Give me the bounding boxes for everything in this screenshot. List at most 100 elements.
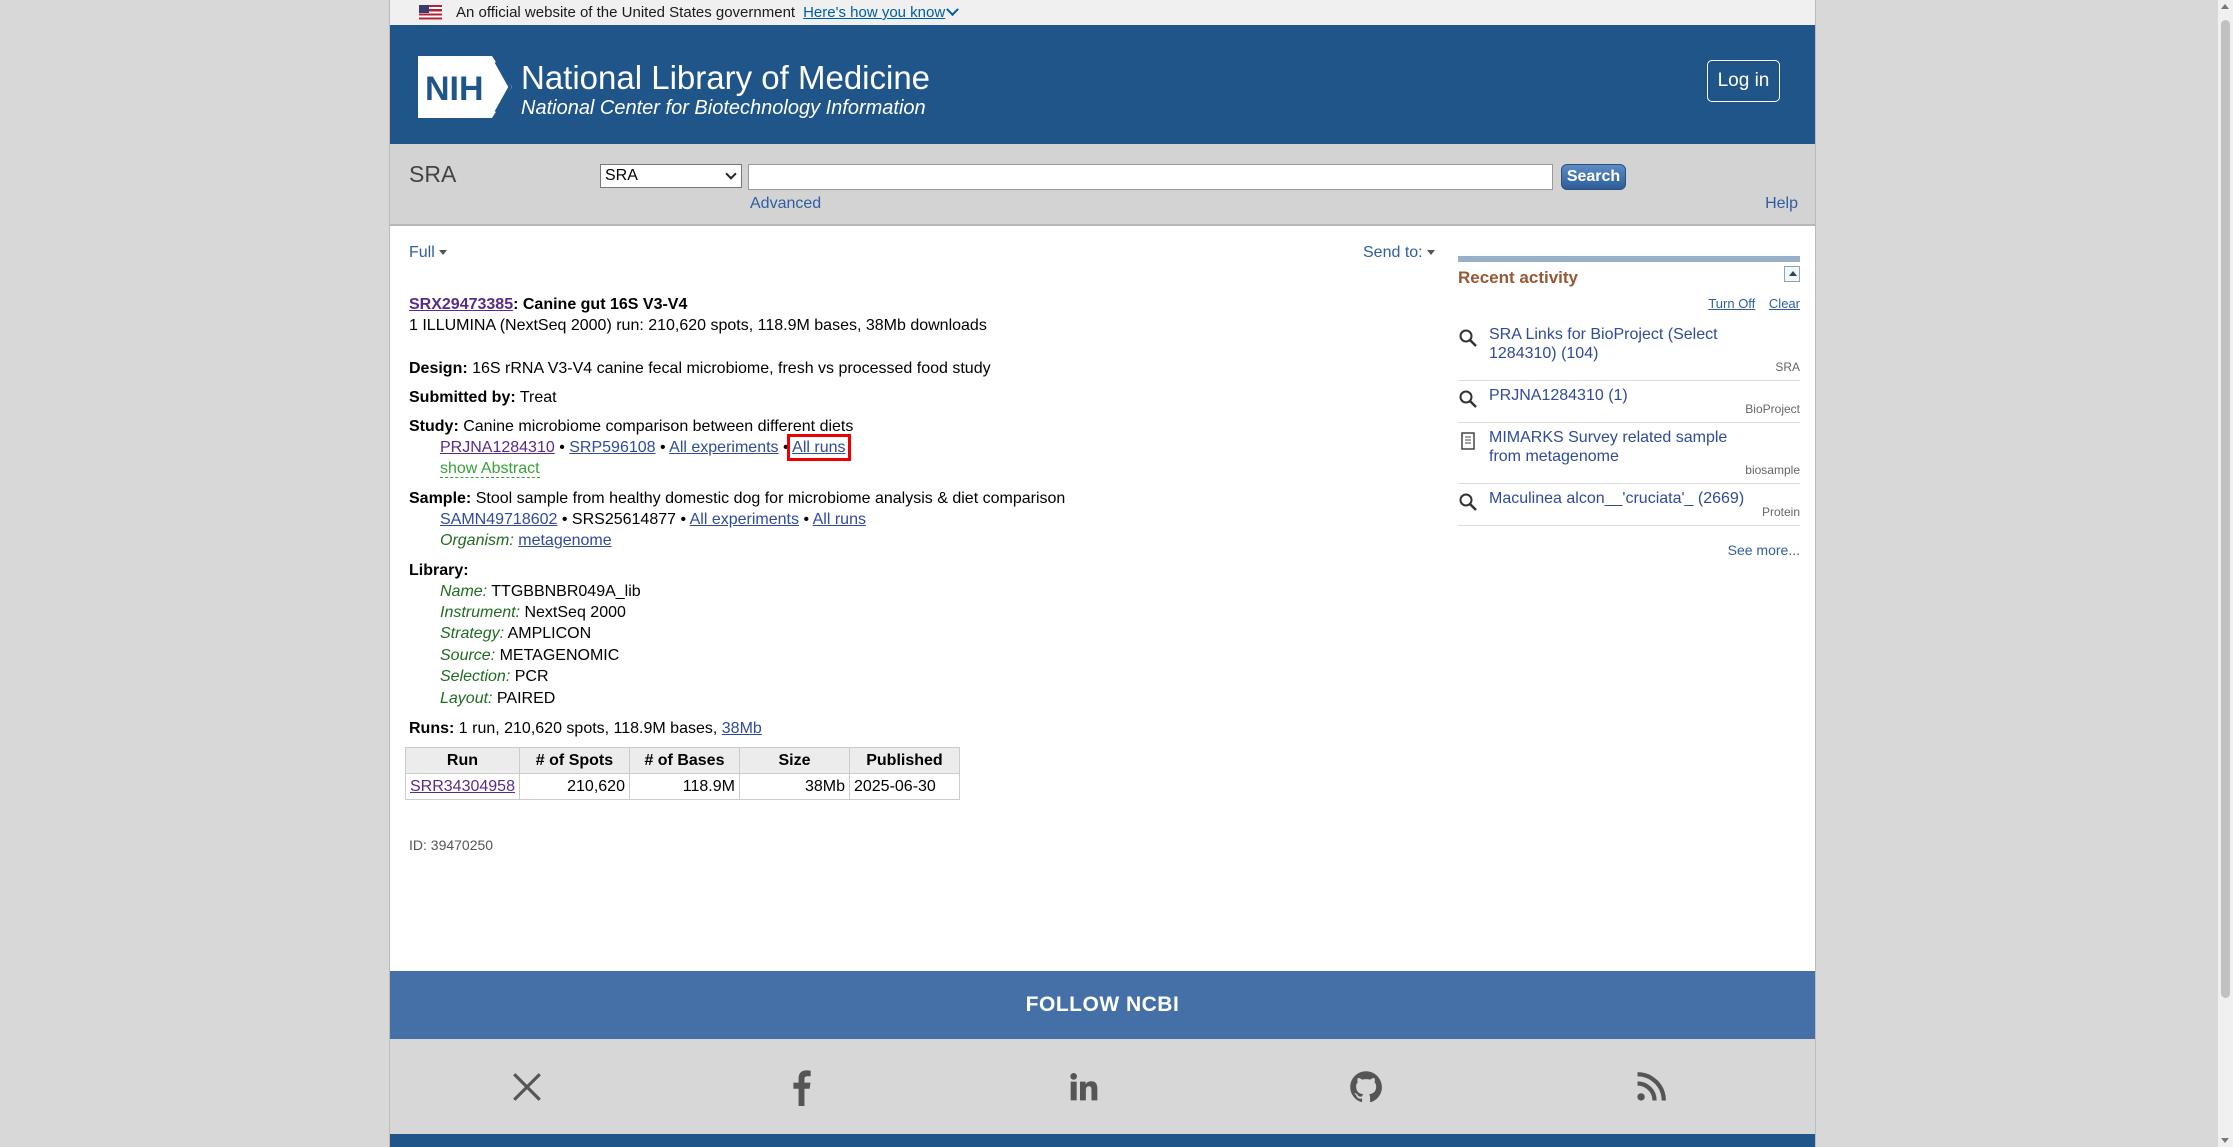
library-label: Library:	[409, 562, 469, 579]
sample-all-experiments-link[interactable]: All experiments	[690, 511, 799, 528]
linkedin-icon[interactable]	[1064, 1067, 1104, 1107]
nih-logo-text: NIH	[425, 70, 484, 108]
library-field: Selection: PCR	[440, 666, 549, 688]
facebook-icon[interactable]	[781, 1067, 821, 1107]
experiment-accession-link[interactable]: SRX29473385	[409, 296, 513, 313]
show-abstract-toggle[interactable]: show Abstract	[440, 460, 540, 478]
runs-summary: 1 run, 210,620 spots, 118.9M bases,	[454, 720, 722, 737]
list-item[interactable]: SRA Links for BioProject (Select 1284310…	[1458, 320, 1800, 381]
srp-link[interactable]: SRP596108	[569, 439, 655, 456]
recent-item-label[interactable]: SRA Links for BioProject (Select 1284310…	[1489, 325, 1800, 363]
scrollbar-thumb[interactable]	[2221, 20, 2230, 998]
clear-link[interactable]: Clear	[1769, 296, 1800, 311]
search-icon	[1459, 493, 1477, 511]
search-input[interactable]	[748, 164, 1553, 190]
search-button[interactable]: Search	[1561, 164, 1626, 190]
sample-links: SAMN49718602 • SRS25614877 • All experim…	[440, 509, 866, 531]
nih-logo[interactable]: NIH	[418, 56, 512, 118]
runs-table: Run # of Spots # of Bases Size Published…	[405, 747, 960, 800]
see-more-link[interactable]: See more...	[1728, 542, 1800, 558]
submitted-label: Submitted by:	[409, 389, 516, 406]
x-icon[interactable]	[507, 1067, 547, 1107]
study-value: Canine microbiome comparison between dif…	[458, 418, 854, 435]
run-accession-link[interactable]: SRR34304958	[410, 778, 515, 795]
list-item[interactable]: MIMARKS Survey related sample from metag…	[1458, 423, 1800, 484]
srs-accession: SRS25614877	[571, 511, 677, 528]
send-to-dropdown[interactable]: Send to:	[1363, 244, 1435, 262]
search-icon	[1459, 390, 1477, 408]
column-header: Size	[738, 747, 850, 774]
study-label: Study:	[409, 418, 459, 435]
format-label: Full	[409, 244, 435, 261]
record-id: ID: 39470250	[409, 837, 494, 853]
caret-down-icon	[1426, 250, 1435, 256]
library-field-key: Name:	[440, 583, 488, 600]
biosample-link[interactable]: SAMN49718602	[440, 511, 557, 528]
sample-value: Stool sample from healthy domestic dog f…	[471, 490, 1066, 507]
library-field-key: Layout:	[440, 690, 493, 707]
sample-all-runs-link[interactable]: All runs	[813, 511, 866, 528]
record-summary: 1 ILLUMINA (NextSeq 2000) run: 210,620 s…	[409, 317, 987, 334]
study-all-experiments-link[interactable]: All experiments	[669, 439, 778, 456]
library-field: Layout: PAIRED	[440, 688, 555, 710]
library-field: Instrument: NextSeq 2000	[440, 602, 626, 624]
table-cell: 118.9M	[628, 773, 740, 800]
heres-how-you-know-link[interactable]: Here's how you know	[803, 3, 960, 21]
sample-row: Sample: Stool sample from healthy domest…	[409, 488, 1065, 510]
separator: •	[799, 511, 813, 528]
rss-icon[interactable]	[1631, 1067, 1671, 1107]
page: An official website of the United States…	[389, 0, 1816, 1147]
advanced-search-link[interactable]: Advanced	[750, 195, 821, 213]
table-row: SRR34304958 210,620 118.9M 38Mb 2025-06-…	[405, 773, 960, 800]
sample-label: Sample:	[409, 490, 472, 507]
list-item[interactable]: Maculinea alcon__'cruciata'_ (2669) Prot…	[1458, 484, 1800, 526]
list-item[interactable]: PRJNA1284310 (1) BioProject	[1458, 381, 1800, 423]
table-header-row: Run # of Spots # of Bases Size Published	[405, 747, 960, 774]
nlm-header: NIH National Library of Medicine Nationa…	[390, 25, 1815, 144]
runs-row: Runs: 1 run, 210,620 spots, 118.9M bases…	[409, 718, 762, 740]
study-all-runs-link[interactable]: All runs	[787, 434, 851, 461]
library-field-key: Instrument:	[440, 604, 521, 621]
separator: •	[778, 439, 793, 456]
page-scrollbar[interactable]	[2218, 0, 2233, 1147]
library-field-value: PCR	[510, 668, 549, 685]
help-link[interactable]: Help	[1765, 195, 1798, 213]
design-row: Design: 16S rRNA V3-V4 canine fecal micr…	[409, 358, 991, 380]
study-row: Study: Canine microbiome comparison betw…	[409, 416, 853, 438]
scroll-down-arrow-icon[interactable]	[2221, 1138, 2229, 1143]
record-title: SRX29473385: Canine gut 16S V3-V4	[409, 294, 687, 316]
github-icon[interactable]	[1346, 1067, 1386, 1107]
library-field-value: AMPLICON	[504, 625, 592, 642]
recent-activity-actions: Turn Off Clear	[1698, 296, 1800, 311]
column-header: # of Bases	[628, 747, 740, 774]
nlm-title[interactable]: National Library of Medicine	[521, 59, 930, 97]
follow-ncbi-bar: FOLLOW NCBI	[390, 971, 1815, 1039]
design-value: 16S rRNA V3-V4 canine fecal microbiome, …	[467, 360, 991, 377]
study-links: PRJNA1284310 • SRP596108 • All experimen…	[440, 434, 851, 461]
format-dropdown[interactable]: Full	[409, 244, 447, 262]
organism-link[interactable]: metagenome	[518, 532, 611, 549]
chevron-down-icon	[725, 168, 737, 180]
login-button[interactable]: Log in	[1707, 60, 1780, 102]
us-flag-icon	[419, 5, 442, 20]
database-select-value: SRA	[605, 167, 638, 184]
database-select[interactable]: SRA	[600, 164, 742, 188]
recent-activity-panel: Recent activity Turn Off Clear SRA Links…	[1458, 256, 1800, 558]
library-field-value: TTGBBNBR049A_lib	[487, 583, 641, 600]
runs-size-link[interactable]: 38Mb	[722, 720, 762, 737]
runs-label: Runs:	[409, 720, 455, 737]
library-field-key: Source:	[440, 647, 496, 664]
scroll-up-arrow-icon[interactable]	[2221, 4, 2229, 9]
collapse-panel-button[interactable]	[1784, 266, 1800, 282]
heres-how-you-know-label: Here's how you know	[803, 4, 946, 21]
document-icon	[1461, 432, 1475, 450]
design-label: Design:	[409, 360, 468, 377]
record-title-text: : Canine gut 16S V3-V4	[513, 296, 688, 313]
nlm-subtitle: National Center for Biotechnology Inform…	[521, 97, 926, 119]
turn-off-link[interactable]: Turn Off	[1708, 296, 1755, 311]
caret-down-icon	[438, 250, 447, 256]
search-bar: SRA SRA Search Advanced Help	[390, 144, 1815, 226]
recent-item-label[interactable]: MIMARKS Survey related sample from metag…	[1489, 428, 1800, 466]
social-links	[390, 1039, 1815, 1134]
bioproject-link[interactable]: PRJNA1284310	[440, 439, 555, 456]
